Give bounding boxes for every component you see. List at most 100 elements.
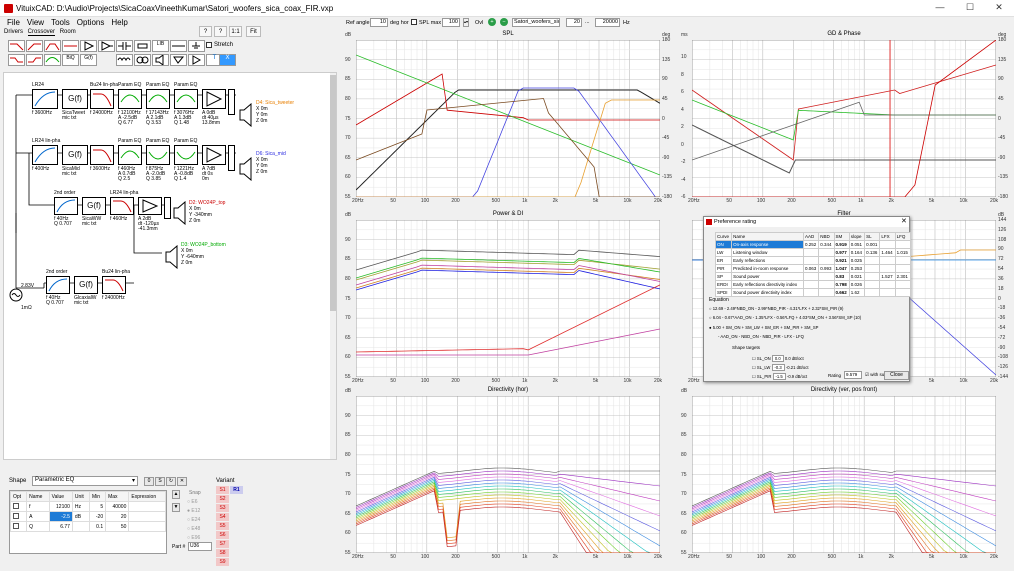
shape-btn-0[interactable]: 0 (144, 477, 154, 486)
snap-e48[interactable]: ○ E48 (187, 525, 200, 534)
snap-e12[interactable]: ● E12 (187, 507, 200, 516)
gd-phase-plot[interactable]: GD & Phase 20Hz 50 100 200 500 1k 2k 5k 10k 20k ms 1… (681, 31, 1008, 204)
variant-s7[interactable]: S7 (216, 540, 229, 548)
gain-icon[interactable] (188, 54, 205, 66)
power-di-plot[interactable]: Power & DI 20Hz 50 100 200 500 1k 2k 5k 10k 20k dB 9… (345, 211, 662, 384)
inductor-icon[interactable] (116, 54, 133, 66)
equation-3[interactable]: ● 5.00 + SM_ON + SM_LW + SM_ER + SM_PIR … (709, 325, 818, 330)
bu24-sub-block[interactable] (102, 276, 126, 294)
lp-mid-block[interactable] (90, 145, 114, 165)
freq-from-input[interactable]: 20 (566, 18, 582, 27)
allpass-icon[interactable] (62, 40, 79, 52)
zoom-fit-button[interactable]: Fit (246, 26, 261, 37)
variant-s1[interactable]: S1 (216, 486, 229, 494)
w24bottom-speaker-icon[interactable] (164, 245, 180, 269)
gain-tweeter-block[interactable] (202, 89, 226, 109)
target-sl-lw[interactable]: ☐ SL_LW -0.3 -0.21 dB/oct (752, 363, 809, 372)
directivity-hor-plot[interactable]: Directivity (hor) 20Hz 50 100 200 500 1k 2k 5k 10… (345, 387, 662, 560)
zoom-1-1-button[interactable]: 1:1 (229, 26, 242, 37)
variant-s5[interactable]: S5 (216, 522, 229, 530)
variant-s4[interactable]: S4 (216, 513, 229, 521)
table-row[interactable]: A -2.5 dB -20 20 (9, 511, 166, 522)
param-min[interactable]: 0.1 (89, 521, 107, 532)
target-sl-on[interactable]: ☐ SL_ON 0.0 0.0 dB/oct (752, 354, 809, 363)
second-order-top-block[interactable] (54, 197, 78, 215)
freq-to-input[interactable]: 20000 (595, 18, 620, 27)
bu24-tweeter-block[interactable] (90, 89, 114, 109)
menu-help[interactable]: Help (111, 18, 127, 27)
lib-icon[interactable]: LIB (152, 40, 169, 52)
param-value[interactable]: 12100 (48, 501, 73, 512)
snap-e6[interactable]: ○ E6 (187, 498, 200, 507)
table-row[interactable]: LW Listening window 0.977 0.164 0.136 1.464 1.… (714, 248, 912, 257)
menu-tools[interactable]: Tools (51, 18, 70, 27)
zoom-out-button[interactable]: ? (214, 26, 227, 37)
param-expression[interactable] (128, 501, 166, 512)
variant-s9[interactable]: S9 (216, 558, 229, 566)
table-row[interactable]: SPDI Sound power directivity index 0.662 1.… (714, 288, 912, 297)
gf-top-block[interactable]: G(f) (82, 197, 106, 215)
delete-icon[interactable]: X (219, 54, 236, 66)
variant-s8[interactable]: S8 (216, 549, 229, 557)
spl-max-checkbox[interactable] (411, 19, 417, 25)
refresh-icon[interactable]: ↻ (166, 477, 176, 486)
wire-icon[interactable] (170, 40, 187, 52)
close-dialog-button[interactable]: Close (884, 371, 909, 380)
capacitor-icon[interactable] (116, 40, 133, 52)
menu-view[interactable]: View (27, 18, 44, 27)
snap-e24[interactable]: ○ E24 (187, 516, 200, 525)
shelf-high-icon[interactable] (26, 54, 43, 66)
schematic-canvas[interactable]: G(f) LR24 Bu24 lin-pha Param EQ Param EQ… (3, 72, 337, 460)
table-row[interactable]: ER Early reflections 0.921 0.025 (714, 256, 912, 265)
dialog-close-icon[interactable]: ✕ (901, 217, 907, 225)
peak-eq-icon[interactable] (44, 54, 61, 66)
snap-group[interactable]: ○ E6 ● E12 ○ E24 ○ E48 ○ E96 (187, 498, 200, 543)
overlay-file-input[interactable]: Satori_woofers_sica_co (512, 18, 560, 27)
speaker-icon[interactable] (152, 54, 169, 66)
equation-2[interactable]: ○ 6.04 - 0.67*AAD_ON - 1.35*LFX - 0.56*L… (709, 315, 861, 320)
variant-s6[interactable]: S6 (216, 531, 229, 539)
ground-icon[interactable] (188, 40, 205, 52)
gain-top-block[interactable] (138, 197, 162, 215)
stretch-checkbox[interactable] (206, 42, 212, 48)
table-row[interactable]: Q 6.77 0.1 50 (9, 521, 166, 532)
opt-checkbox[interactable] (9, 511, 28, 522)
tab-crossover[interactable]: Crossover (27, 29, 56, 36)
shelf-low-icon[interactable] (8, 54, 25, 66)
highpass-icon[interactable] (26, 40, 43, 52)
bandpass-icon[interactable] (44, 40, 61, 52)
biquad-icon[interactable]: BiQ (62, 54, 79, 66)
lowpass-icon[interactable] (8, 40, 25, 52)
table-row[interactable]: PIR Predicted in-room response 0.063 0.993 1… (714, 264, 912, 273)
spl-plot[interactable]: SPL 20Hz 50 100 200 500 1k 2k 5k 10k 20k dB 90 85 80 75… (345, 31, 672, 204)
transformer-icon[interactable] (134, 54, 151, 66)
gf-icon[interactable]: G(f) (80, 54, 97, 66)
shape-btn-s[interactable]: S (155, 477, 165, 486)
variant-s2[interactable]: S2 (216, 495, 229, 503)
lr24-top-block[interactable] (110, 197, 134, 215)
param-value[interactable]: -2.5 (48, 511, 73, 522)
gain-mid-block[interactable] (202, 145, 226, 165)
optimizer-table[interactable]: Opt Name Value Unit Min Max Expression f… (9, 490, 167, 554)
tab-room[interactable]: Room (60, 29, 76, 35)
variant-r1[interactable]: R1 (230, 486, 243, 494)
table-row[interactable]: SP Sound power 0.83 0.021 1.527 2.301 (714, 272, 912, 281)
param-expression[interactable] (128, 521, 166, 532)
delete-shape-icon[interactable]: ✕ (177, 477, 187, 486)
schematic-scrollbar[interactable] (330, 73, 336, 459)
menu-options[interactable]: Options (77, 18, 105, 27)
param-value[interactable]: 6.77 (48, 521, 73, 532)
invert-icon[interactable] (98, 40, 115, 52)
resistor-icon[interactable] (134, 40, 151, 52)
peq1-mid-block[interactable] (118, 145, 142, 165)
param-max[interactable]: 20 (105, 511, 130, 522)
gf-tweeter-block[interactable]: G(f) (62, 89, 88, 109)
menu-file[interactable]: File (7, 18, 20, 27)
ref-angle-input[interactable]: 10 (370, 18, 388, 27)
param-min[interactable]: 5 (89, 501, 107, 512)
mid-speaker-icon[interactable] (238, 157, 254, 181)
w24top-speaker-icon[interactable] (172, 201, 188, 225)
lr24-mid-block[interactable] (32, 145, 58, 165)
table-row[interactable]: ON On-axis response 0.252 0.344 0.919 0.051 0.… (714, 240, 912, 249)
part-input[interactable]: U36 (188, 542, 212, 551)
